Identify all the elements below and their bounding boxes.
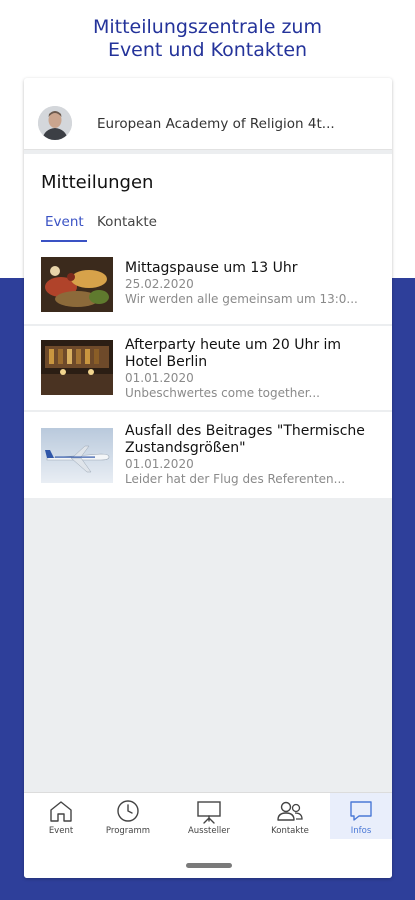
page-title: Mitteilungen	[41, 172, 154, 193]
message-preview: Unbeschwertes come together...	[125, 386, 320, 400]
avatar	[38, 106, 72, 140]
message-title: Afterparty heute um 20 Uhr im Hotel Berl…	[125, 337, 342, 370]
tab-bar-label: Infos	[350, 826, 372, 836]
event-header[interactable]: European Academy of Religion 4t...	[24, 78, 392, 150]
clock-icon	[115, 799, 141, 828]
headline-line-1: Mitteilungszentrale zum	[92, 16, 322, 38]
airplane-photo	[41, 428, 113, 483]
message-text: Afterparty heute um 20 Uhr im Hotel Berl…	[125, 337, 365, 401]
active-tab-indicator	[41, 240, 87, 242]
contacts-icon	[275, 799, 305, 828]
tab-bar-label: Kontakte	[271, 826, 309, 836]
tab-bar-label: Aussteller	[187, 826, 231, 836]
home-icon	[48, 799, 74, 828]
tab-bar-label: Programm	[105, 826, 151, 836]
bar-interior-photo	[41, 340, 113, 395]
message-date: 25.02.2020	[125, 277, 194, 291]
tab-event[interactable]: Event	[45, 214, 84, 230]
tab-bar-aussteller[interactable]: Aussteller	[172, 793, 246, 839]
app-screen: European Academy of Religion 4t... Mitte…	[24, 78, 392, 878]
message-text: Ausfall des Beitrages "Thermische Zustan…	[125, 423, 365, 487]
buffet-food-photo	[41, 257, 113, 312]
tab-bar-programm[interactable]: Programm	[91, 793, 165, 839]
message-list: Mittagspause um 13 Uhr 25.02.2020 Wir we…	[24, 243, 392, 500]
tab-bar-label: Event	[48, 826, 74, 836]
list-item[interactable]: Afterparty heute um 20 Uhr im Hotel Berl…	[24, 326, 392, 410]
bottom-tab-bar: Event Programm Aussteller Kontakte Infos	[24, 792, 392, 878]
message-date: 01.01.2020	[125, 457, 194, 471]
list-item[interactable]: Ausfall des Beitrages "Thermische Zustan…	[24, 412, 392, 498]
tab-bar-infos[interactable]: Infos	[330, 793, 392, 839]
headline-line-2: Event und Kontakten	[107, 39, 308, 61]
message-preview: Wir werden alle gemeinsam um 13:0...	[125, 292, 358, 306]
message-date: 01.01.2020	[125, 371, 194, 385]
list-item[interactable]: Mittagspause um 13 Uhr 25.02.2020 Wir we…	[24, 243, 392, 324]
message-text: Mittagspause um 13 Uhr 25.02.2020 Wir we…	[125, 260, 365, 307]
message-title: Ausfall des Beitrages "Thermische Zustan…	[125, 423, 365, 456]
chat-bubble-icon	[348, 799, 374, 828]
message-title: Mittagspause um 13 Uhr	[125, 260, 298, 276]
home-indicator[interactable]	[186, 863, 232, 868]
message-preview: Leider hat der Flug des Referenten...	[125, 472, 346, 486]
tab-bar-event[interactable]: Event	[24, 793, 98, 839]
marketing-headline: Mitteilungszentrale zum Event und Kontak…	[0, 16, 415, 62]
tab-bar-kontakte[interactable]: Kontakte	[253, 793, 327, 839]
event-name: European Academy of Religion 4t...	[97, 116, 335, 132]
tab-contacts[interactable]: Kontakte	[97, 214, 157, 230]
